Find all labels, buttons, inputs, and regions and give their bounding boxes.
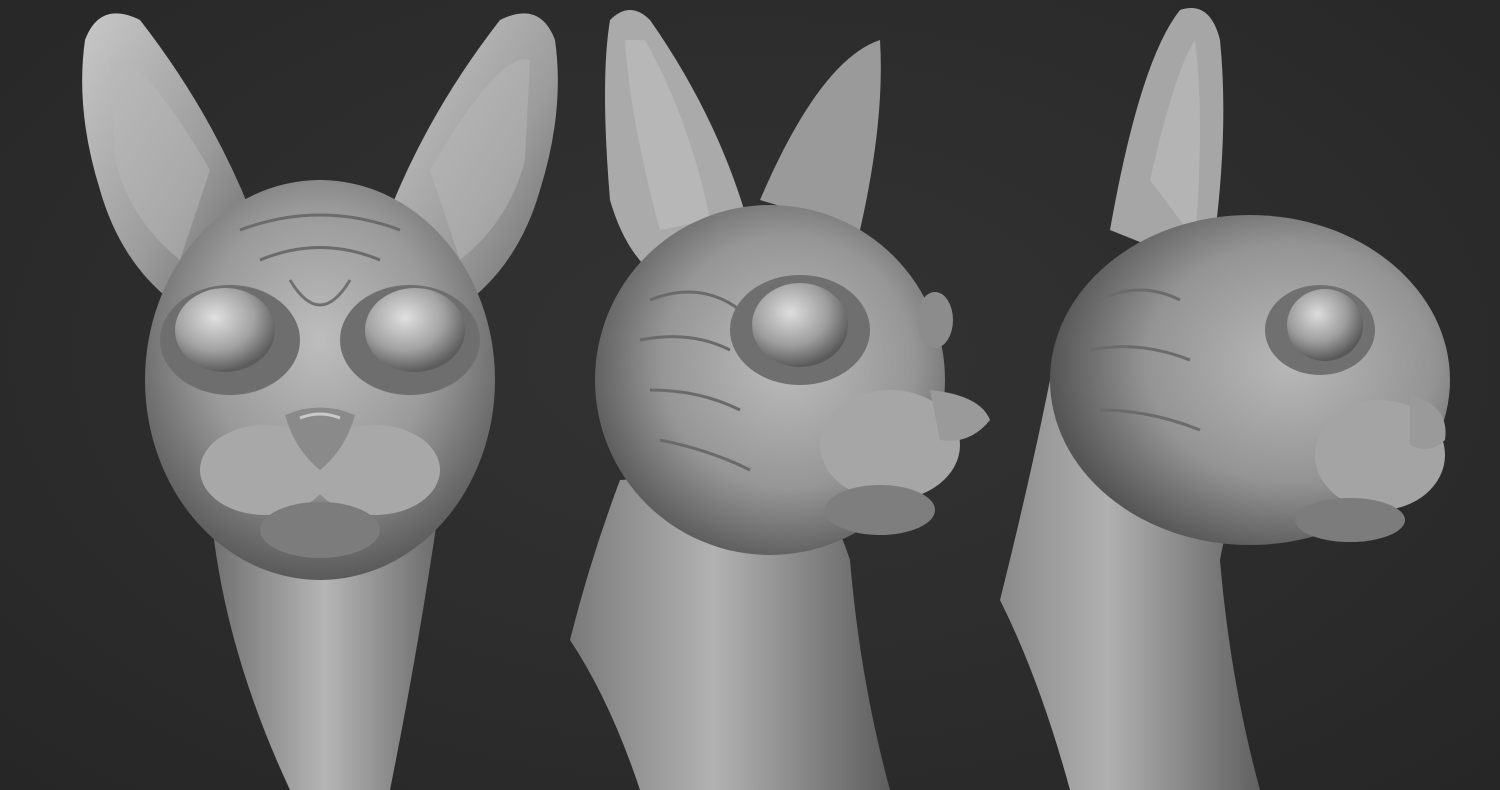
bust-three-quarter-shape [570, 10, 990, 790]
sphynx-bust-front-view [60, 0, 580, 790]
sphynx-bust-three-quarter-view [560, 0, 1010, 790]
sphynx-bust-side-view [990, 0, 1470, 790]
sculpt-viewport [0, 0, 1500, 790]
bust-front-shape [82, 13, 558, 790]
bust-side-shape [1000, 8, 1450, 790]
